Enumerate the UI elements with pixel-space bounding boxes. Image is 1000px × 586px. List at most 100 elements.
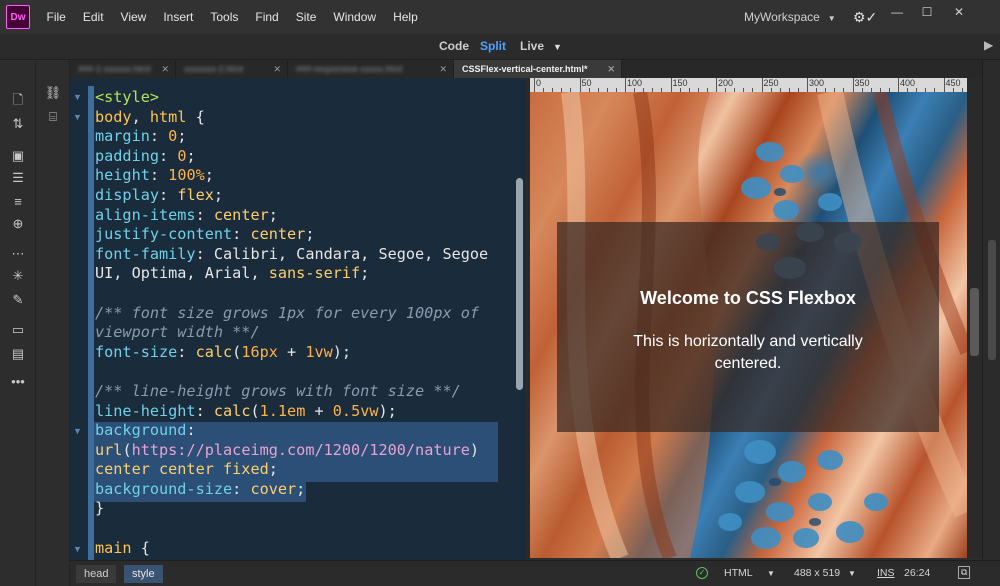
code-token: font-size	[95, 342, 178, 361]
code-navigator-icon[interactable]: ☰	[10, 170, 26, 186]
code-view-button[interactable]: Code	[439, 39, 469, 53]
code-line[interactable]	[95, 362, 488, 382]
document-type[interactable]: HTML	[724, 567, 753, 579]
code-line[interactable]: font-size: calc(16px + 1vw);	[95, 343, 488, 363]
code-token: sans-serif	[268, 264, 361, 283]
code-line[interactable]: main {	[95, 539, 488, 559]
code-scrollbar[interactable]	[513, 78, 526, 560]
fold-icon[interactable]: ▼	[73, 112, 82, 122]
fold-icon[interactable]: ▼	[73, 544, 82, 554]
menu-help[interactable]: Help	[385, 0, 427, 34]
document-tab-active[interactable]: CSSFlex-vertical-center.html* ✕	[454, 60, 622, 78]
maximize-button[interactable]: ☐	[913, 0, 941, 24]
live-view-ruler: 0 50 100 150 200 250 300 350 400 450	[530, 78, 967, 92]
code-line[interactable]: url(https://placeimg.com/1200/1200/natur…	[95, 441, 488, 461]
code-line[interactable]: font-family: Calibri, Candara, Segoe, Se…	[95, 245, 488, 265]
document-tab[interactable]: ###-1-xxxxxx.html ✕	[70, 60, 176, 78]
fold-icon[interactable]: ▼	[73, 426, 82, 436]
chevron-down-icon[interactable]: ▼	[767, 569, 775, 578]
close-tab-icon[interactable]: ✕	[273, 60, 281, 78]
live-scrollbar-thumb[interactable]	[970, 288, 979, 356]
brush-icon[interactable]: ✎	[10, 292, 26, 308]
window-size[interactable]: 488 x 519	[794, 567, 840, 579]
menu-edit[interactable]: Edit	[74, 0, 112, 34]
menu-find[interactable]: Find	[247, 0, 287, 34]
menu-site[interactable]: Site	[287, 0, 325, 34]
split-view-button[interactable]: Split	[480, 39, 506, 53]
code-token: main	[95, 538, 132, 557]
tag-selector-head[interactable]: head	[76, 565, 117, 583]
expand-panel-icon[interactable]: ▶	[984, 38, 993, 52]
code-line[interactable]: align-items: center;	[95, 206, 488, 226]
code-line[interactable]: margin: 0;	[95, 127, 488, 147]
code-line[interactable]: padding: 0;	[95, 147, 488, 167]
code-line[interactable]: /** font size grows 1px for every 100px …	[95, 304, 488, 324]
code-token: 0.5vw	[332, 401, 379, 420]
more-icon[interactable]: •••	[10, 374, 26, 390]
close-tab-icon[interactable]: ✕	[439, 60, 447, 78]
code-token: : Calibri, Candara, Segoe, Segoe	[195, 244, 489, 263]
code-line[interactable]: <style>	[95, 88, 488, 108]
panel-scrollbar-thumb[interactable]	[988, 240, 996, 360]
live-view-options-icon[interactable]: ▣	[10, 148, 26, 164]
code-line[interactable]: height: 100%;	[95, 166, 488, 186]
workspace-switcher[interactable]: MyWorkspace ▼	[744, 0, 836, 36]
open-documents-icon[interactable]: 🗋	[10, 92, 26, 108]
code-token: ;	[268, 460, 278, 479]
comment-icon[interactable]: ▭	[10, 322, 26, 338]
code-token: 1vw	[305, 342, 333, 361]
menu-file[interactable]: File	[38, 0, 74, 34]
fold-icon[interactable]: ▼	[73, 92, 82, 102]
code-line[interactable]: line-height: calc(1.1em + 0.5vw);	[95, 402, 488, 422]
code-editor[interactable]: ▼ ▼ ▼ ▼ <style> body, html {margin: 0; pad…	[70, 78, 526, 560]
live-view[interactable]: Welcome to CSS Flexbox This is horizonta…	[530, 92, 967, 558]
minimize-button[interactable]: —	[883, 0, 911, 24]
target-icon[interactable]: ⊕	[10, 216, 26, 232]
menu-insert[interactable]: Insert	[155, 0, 202, 34]
live-view-button[interactable]: Live	[520, 39, 544, 53]
code-line[interactable]	[95, 519, 488, 539]
document-tab[interactable]: ###-responsive-xxxxx.html ✕	[288, 60, 454, 78]
file-management-icon[interactable]: ⇅	[10, 116, 26, 132]
tag-selector-style[interactable]: style	[124, 565, 163, 583]
preview-icon[interactable]: ⧉	[958, 566, 971, 579]
insert-mode[interactable]: INS	[877, 567, 895, 579]
ruler-label: 0	[536, 78, 542, 88]
code-line[interactable]	[95, 284, 488, 304]
code-token: (	[122, 440, 132, 459]
chevron-down-icon[interactable]: ▼	[848, 569, 856, 578]
code-token: <style>	[95, 88, 160, 106]
code-line[interactable]: /** line-height grows with font size **/	[95, 382, 488, 402]
code-line[interactable]: justify-content: center;	[95, 225, 488, 245]
menu-window[interactable]: Window	[325, 0, 385, 34]
code-line[interactable]: center center fixed;	[95, 460, 488, 480]
recent-snippets-icon[interactable]: ✳	[10, 268, 26, 284]
code-scrollbar-thumb[interactable]	[516, 178, 523, 390]
code-line[interactable]: }	[95, 499, 488, 519]
code-line[interactable]: body, html {	[95, 108, 488, 128]
close-tab-icon[interactable]: ✕	[607, 60, 615, 78]
menu-view[interactable]: View	[112, 0, 155, 34]
code-line[interactable]: background:	[95, 421, 488, 441]
wrap-tag-icon[interactable]: ⋯	[10, 246, 26, 262]
code-line[interactable]: UI, Optima, Arial, sans-serif;	[95, 264, 488, 284]
no-errors-icon[interactable]: ✓	[696, 567, 708, 579]
ruler-tick	[852, 78, 854, 92]
close-button[interactable]: ✕	[945, 0, 973, 24]
ruler-tick	[670, 78, 672, 92]
ruler-tick	[807, 78, 808, 92]
code-line[interactable]: display: flex;	[95, 186, 488, 206]
code-line[interactable]: viewport width **/	[95, 323, 488, 343]
image-icon[interactable]: ▤	[10, 346, 26, 362]
code-file-icon[interactable]: ⌸	[44, 108, 62, 126]
code-line[interactable]: background-size: cover;	[95, 480, 488, 500]
code-text[interactable]: <style> body, html {margin: 0; padding: 0;…	[95, 88, 488, 558]
document-tab[interactable]: xxxxxxx-2.html ✕	[176, 60, 288, 78]
sync-settings-icon[interactable]: ⚙✓	[853, 9, 877, 26]
dom-tree-icon[interactable]: ⛓	[44, 84, 62, 102]
live-view-scrollbar[interactable]	[967, 78, 982, 558]
menu-tools[interactable]: Tools	[202, 0, 247, 34]
format-source-icon[interactable]: ≡	[10, 194, 26, 210]
chevron-down-icon[interactable]: ▼	[553, 42, 562, 52]
close-tab-icon[interactable]: ✕	[161, 60, 169, 78]
